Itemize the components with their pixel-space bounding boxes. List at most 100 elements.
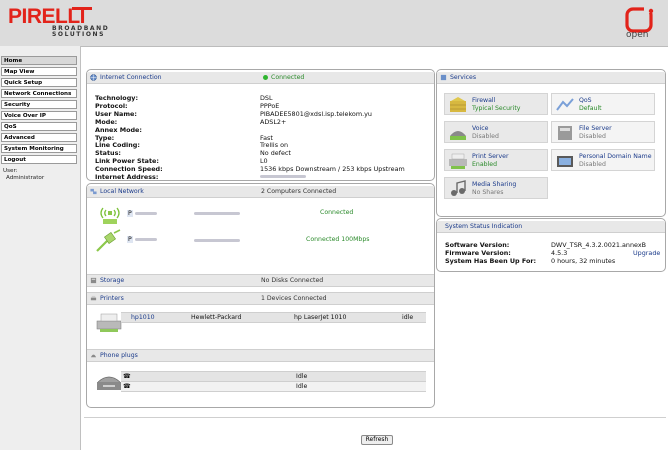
hidden-device-name xyxy=(134,211,157,215)
printer-device-icon xyxy=(96,313,122,332)
internet-row-label: Protocol: xyxy=(95,101,128,110)
local-network-header[interactable]: Local Network 2 Computers Connected xyxy=(87,186,434,198)
printers-title: Printers xyxy=(100,295,124,302)
nav-qos[interactable]: QoS xyxy=(1,122,77,131)
phone-plug-row-2[interactable]: ☎ Idle xyxy=(121,381,426,392)
ethernet-device-icon xyxy=(96,229,121,252)
device-2-status: Connected 100Mbps xyxy=(306,236,370,243)
services-header: Services xyxy=(437,72,665,84)
service-media-sharing[interactable]: Media Sharing No Shares xyxy=(444,177,548,199)
refresh-button[interactable]: Refresh xyxy=(361,435,393,445)
internet-row-value: PIBADEE5801@xdsl.isp.telekom.yu xyxy=(260,109,372,118)
storage-header[interactable]: Storage No Disks Connected xyxy=(87,274,434,287)
printer-vendor: Hewlett-Packard xyxy=(191,314,242,321)
user-label: User: xyxy=(3,168,18,174)
local-network-status: 2 Computers Connected xyxy=(261,188,337,195)
hidden-device-name xyxy=(134,237,157,241)
firmware-version-value: 4.5.3 xyxy=(551,249,568,257)
internet-row-value: 1536 kbps Downstream / 253 kbps Upstream xyxy=(260,165,405,174)
nav-advanced[interactable]: Advanced xyxy=(1,133,77,142)
software-version-value: DWV_TSR_4.3.2.0021.annexB xyxy=(551,241,646,249)
open-logo-text: open xyxy=(626,30,649,40)
internet-row-value: ADSL2+ xyxy=(260,117,287,126)
hidden-internet-address xyxy=(260,175,306,178)
voice-icon xyxy=(450,131,466,140)
system-status-header: System Status Indication xyxy=(437,221,665,233)
internet-row-label: Connection Speed: xyxy=(95,165,163,174)
storage-title: Storage xyxy=(100,277,125,284)
internet-row-label: Type: xyxy=(95,133,115,142)
printers-header[interactable]: Printers 1 Devices Connected xyxy=(87,292,434,305)
phone-plug-icon: ☎ xyxy=(123,383,131,390)
internet-row-value: No defect xyxy=(260,149,291,158)
phone-icon xyxy=(90,354,97,358)
system-status-title: System Status Indication xyxy=(445,223,523,230)
domain-name-icon xyxy=(557,156,573,167)
phone-plug-icon: ☎ xyxy=(123,373,131,380)
internet-row-label: Technology: xyxy=(95,94,138,102)
device-prefix: P xyxy=(127,210,133,217)
internet-row-label: Link Power State: xyxy=(95,157,159,166)
nav-security[interactable]: Security xyxy=(1,100,77,109)
nav-logout[interactable]: Logout xyxy=(1,155,77,164)
pirelli-logo: PIRELLI xyxy=(8,6,92,26)
qos-icon xyxy=(556,98,574,111)
device-1-status: Connected xyxy=(320,209,354,216)
nav-network-connections[interactable]: Network Connections xyxy=(1,89,77,98)
device-row-1[interactable]: P xyxy=(127,210,157,217)
internet-connection-title: Internet Connection xyxy=(100,74,162,81)
uptime-value: 0 hours, 32 minutes xyxy=(551,257,616,265)
phone-plugs-header[interactable]: Phone plugs xyxy=(87,349,434,362)
service-file-server[interactable]: File Server Disabled xyxy=(551,121,655,143)
media-sharing-icon xyxy=(451,180,466,196)
printer-row[interactable]: hp1010 Hewlett-Packard hp LaserJet 1010 … xyxy=(121,312,426,323)
nav-map-view[interactable]: Map View xyxy=(1,67,77,76)
printer-state: idle xyxy=(402,314,414,321)
print-server-icon xyxy=(449,153,467,169)
service-personal-domain-name[interactable]: Personal Domain Name Disabled xyxy=(551,149,655,171)
internet-row-label: Annex Mode: xyxy=(95,125,142,134)
uptime-label: System Has Been Up For: xyxy=(445,257,537,265)
internet-row-label: User Name: xyxy=(95,109,137,118)
local-network-panel: Local Network 2 Computers Connected P Co… xyxy=(86,183,435,408)
file-server-icon xyxy=(558,126,572,140)
firmware-version-label: Firmware Version: xyxy=(445,249,511,257)
internet-row-value: L0 xyxy=(260,157,268,166)
internet-row-label: Mode: xyxy=(95,117,118,126)
printer-name: hp1010 xyxy=(131,314,155,321)
upgrade-link[interactable]: Upgrade xyxy=(633,249,660,257)
wireless-device-icon xyxy=(100,207,120,224)
brand-subtitle: BROADBAND SOLUTIONS xyxy=(52,25,110,38)
service-print-server[interactable]: Print Server Enabled xyxy=(444,149,548,171)
system-status-panel: System Status Indication Software Versio… xyxy=(436,218,666,272)
services-icon xyxy=(440,74,447,81)
phone-plug-2-state: Idle xyxy=(296,383,308,390)
internet-status: Connected xyxy=(263,72,304,83)
internet-row-label: Line Coding: xyxy=(95,141,140,150)
services-title: Services xyxy=(450,74,477,81)
status-dot-icon xyxy=(263,74,268,80)
internet-row-value: Trellis on xyxy=(260,141,289,150)
internet-row-label: Status: xyxy=(95,149,121,158)
footer-divider xyxy=(84,417,666,418)
service-firewall[interactable]: Firewall Typical Security xyxy=(444,93,548,115)
storage-icon xyxy=(90,277,97,284)
header-bar: PIRELLI BROADBAND SOLUTIONS open xyxy=(0,0,668,47)
service-qos[interactable]: QoS Default xyxy=(551,93,655,115)
phone-plug-1-state: Idle xyxy=(296,373,308,380)
internet-row-value: Fast xyxy=(260,133,273,142)
services-panel: Services Firewall Typical Security QoS D… xyxy=(436,69,666,217)
nav-quick-setup[interactable]: Quick Setup xyxy=(1,78,77,87)
storage-status: No Disks Connected xyxy=(261,277,324,284)
firewall-icon xyxy=(450,97,466,112)
printer-icon xyxy=(90,295,97,301)
globe-icon xyxy=(90,74,97,81)
user-name: Administrator xyxy=(6,175,45,181)
service-voice[interactable]: Voice Disabled xyxy=(444,121,548,143)
nav-system-monitoring[interactable]: System Monitoring xyxy=(1,144,77,153)
internet-connection-header[interactable]: Internet Connection Connected xyxy=(87,72,434,84)
nav-home[interactable]: Home xyxy=(1,56,77,65)
device-row-2[interactable]: P xyxy=(127,236,157,243)
nav-voice-over-ip[interactable]: Voice Over IP xyxy=(1,111,77,120)
hidden-device-address xyxy=(194,239,240,242)
